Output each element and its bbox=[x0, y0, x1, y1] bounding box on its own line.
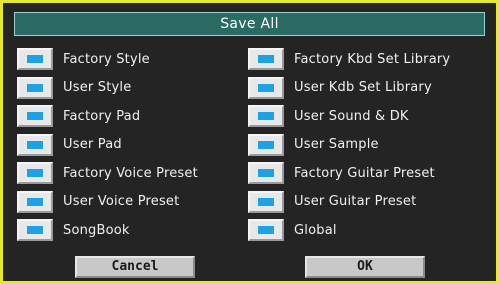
option-factory-voice-preset[interactable]: Factory Voice Preset bbox=[17, 161, 198, 185]
option-label: Global bbox=[294, 222, 337, 238]
checked-mark-icon bbox=[27, 197, 43, 206]
checked-mark-icon bbox=[258, 55, 274, 63]
checkbox[interactable] bbox=[248, 48, 284, 70]
option-label: Factory Voice Preset bbox=[63, 165, 198, 181]
checkbox[interactable] bbox=[248, 219, 284, 241]
option-label: Factory Guitar Preset bbox=[294, 165, 435, 181]
checkbox[interactable] bbox=[17, 48, 53, 70]
checked-mark-icon bbox=[258, 197, 274, 206]
cancel-button[interactable]: Cancel bbox=[75, 256, 195, 278]
option-factory-guitar-preset[interactable]: Factory Guitar Preset bbox=[248, 161, 450, 185]
dialog-title: Save All bbox=[14, 12, 485, 36]
checked-mark-icon bbox=[258, 83, 274, 92]
option-user-sound-dk[interactable]: User Sound & DK bbox=[248, 104, 450, 128]
option-label: Factory Kbd Set Library bbox=[294, 51, 451, 67]
option-label: User Voice Preset bbox=[63, 194, 180, 209]
checkbox[interactable] bbox=[17, 76, 53, 99]
option-user-guitar-preset[interactable]: User Guitar Preset bbox=[248, 190, 450, 214]
option-label: User Style bbox=[63, 80, 132, 95]
option-factory-pad[interactable]: Factory Pad bbox=[17, 104, 198, 128]
option-label: User Sample bbox=[294, 137, 379, 152]
checked-mark-icon bbox=[258, 140, 274, 149]
checked-mark-icon bbox=[258, 112, 274, 120]
checkbox[interactable] bbox=[248, 76, 284, 99]
option-songbook[interactable]: SongBook bbox=[17, 218, 198, 242]
option-user-kdb-set-library[interactable]: User Kdb Set Library bbox=[248, 76, 450, 100]
checked-mark-icon bbox=[27, 140, 43, 149]
option-global[interactable]: Global bbox=[248, 218, 450, 242]
checkbox[interactable] bbox=[248, 162, 284, 184]
checkbox[interactable] bbox=[17, 105, 53, 127]
option-label: User Kdb Set Library bbox=[294, 80, 432, 95]
checkbox[interactable] bbox=[17, 219, 53, 241]
option-user-sample[interactable]: User Sample bbox=[248, 133, 450, 157]
option-user-pad[interactable]: User Pad bbox=[17, 133, 198, 157]
checkbox[interactable] bbox=[17, 190, 53, 213]
left-checkbox-column: Factory Style User Style Factory Pad Use… bbox=[17, 47, 198, 247]
checkbox[interactable] bbox=[17, 162, 53, 184]
option-factory-style[interactable]: Factory Style bbox=[17, 47, 198, 71]
right-checkbox-column: Factory Kbd Set Library User Kdb Set Lib… bbox=[248, 47, 450, 247]
checkbox[interactable] bbox=[248, 105, 284, 127]
checkbox[interactable] bbox=[248, 190, 284, 213]
checked-mark-icon bbox=[27, 169, 43, 177]
option-label: Factory Pad bbox=[63, 108, 141, 124]
checked-mark-icon bbox=[27, 55, 43, 63]
option-user-voice-preset[interactable]: User Voice Preset bbox=[17, 190, 198, 214]
checked-mark-icon bbox=[258, 226, 274, 234]
option-label: User Sound & DK bbox=[294, 108, 409, 124]
checkbox[interactable] bbox=[17, 133, 53, 156]
option-label: User Guitar Preset bbox=[294, 194, 417, 209]
checked-mark-icon bbox=[27, 83, 43, 92]
ok-button[interactable]: OK bbox=[305, 256, 425, 278]
checked-mark-icon bbox=[27, 226, 43, 234]
option-label: SongBook bbox=[63, 222, 130, 238]
checked-mark-icon bbox=[258, 169, 274, 177]
option-user-style[interactable]: User Style bbox=[17, 76, 198, 100]
option-factory-kbd-set-library[interactable]: Factory Kbd Set Library bbox=[248, 47, 450, 71]
option-label: User Pad bbox=[63, 137, 122, 152]
option-label: Factory Style bbox=[63, 51, 150, 67]
checkbox[interactable] bbox=[248, 133, 284, 156]
checked-mark-icon bbox=[27, 112, 43, 120]
save-all-dialog: Save All Factory Style User Style Factor… bbox=[0, 0, 499, 284]
